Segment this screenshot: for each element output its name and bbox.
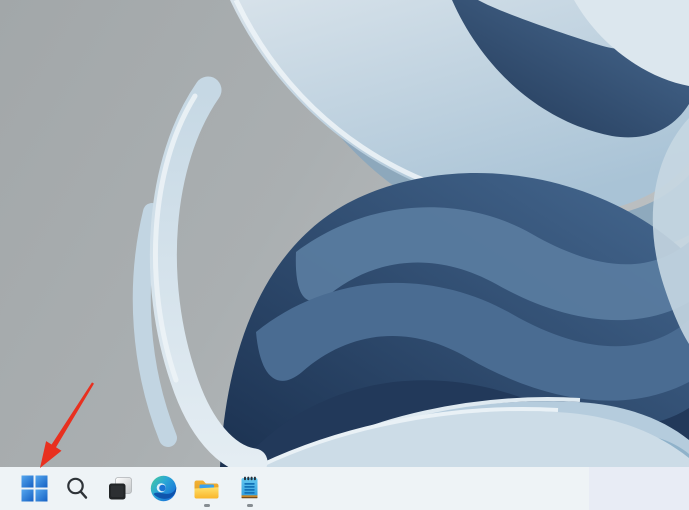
wallpaper-bloom <box>0 0 689 467</box>
taskbar-edge-button[interactable] <box>142 467 185 510</box>
running-indicator <box>204 504 210 507</box>
taskbar-task-view-button[interactable] <box>99 467 142 510</box>
taskbar-start-button[interactable] <box>13 467 56 510</box>
edge-browser-icon <box>150 475 177 502</box>
taskbar-search-button[interactable] <box>56 467 99 510</box>
notepad-icon <box>236 475 263 502</box>
taskbar-items <box>13 467 271 510</box>
windows-start-icon <box>21 475 48 502</box>
task-view-icon <box>107 475 134 502</box>
file-explorer-icon <box>193 475 220 502</box>
search-icon <box>64 475 91 502</box>
taskbar-file-explorer-button[interactable] <box>185 467 228 510</box>
taskbar-right-section <box>589 467 689 510</box>
desktop <box>0 0 689 510</box>
running-indicator <box>247 504 253 507</box>
taskbar-notepad-button[interactable] <box>228 467 271 510</box>
taskbar <box>0 467 689 510</box>
